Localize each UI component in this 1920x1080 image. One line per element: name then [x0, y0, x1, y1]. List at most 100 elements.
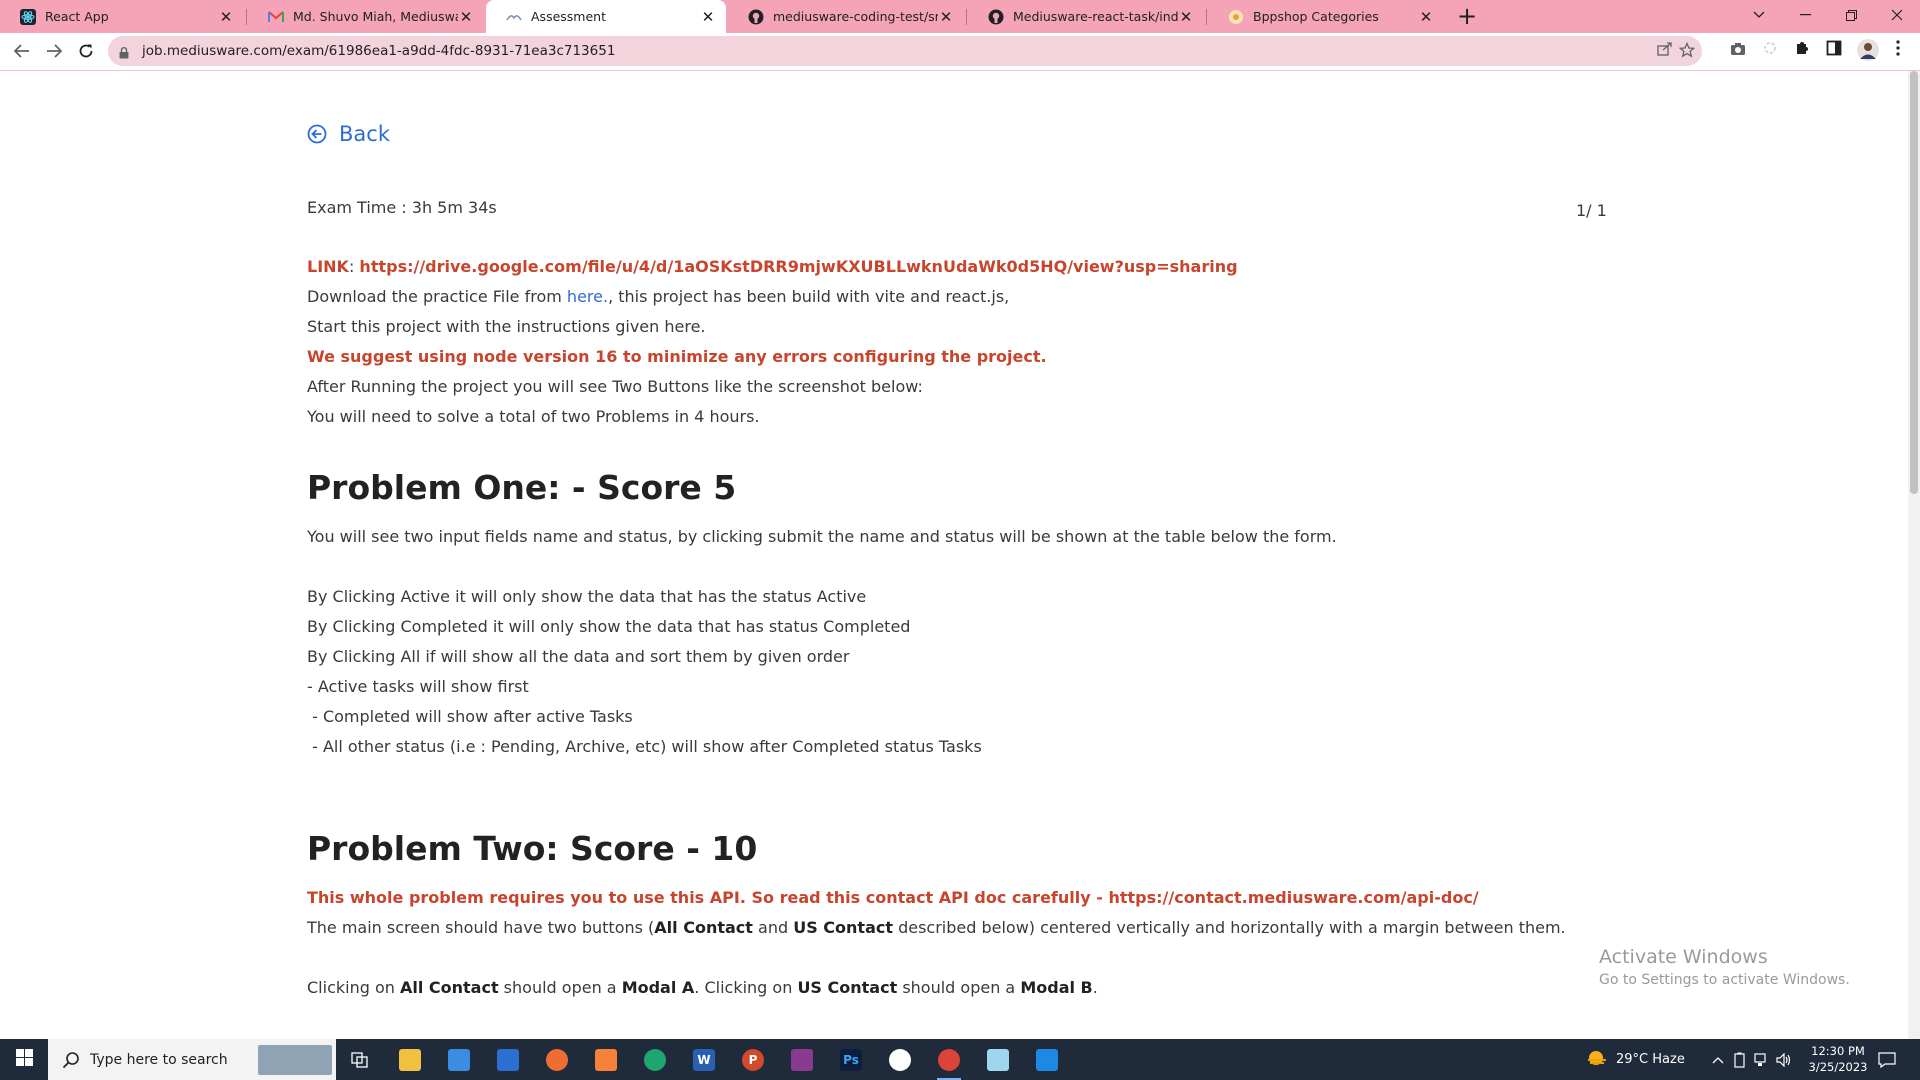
photoshop-icon[interactable]: Ps: [835, 1044, 867, 1076]
text-segment: Clicking on: [307, 978, 400, 997]
link-label: LINK: [307, 257, 349, 276]
reload-icon[interactable]: [72, 36, 100, 66]
activate-windows-subtitle: Go to Settings to activate Windows.: [1599, 972, 1850, 988]
volume-icon[interactable]: [1776, 1039, 1792, 1080]
back-arrow-icon[interactable]: [8, 36, 36, 66]
start-button[interactable]: [0, 1039, 48, 1080]
avatar[interactable]: [1856, 39, 1880, 63]
minimize-button[interactable]: [1782, 0, 1828, 30]
tab-label: Md. Shuvo Miah, Mediusware Job: [293, 9, 458, 24]
camera-icon[interactable]: [1726, 39, 1750, 63]
modal-b-label: Modal B: [1020, 978, 1093, 997]
node-version-warning: We suggest using node version 16 to mini…: [307, 347, 1047, 366]
text-segment: The main screen should have two buttons …: [307, 918, 655, 937]
problem-one-rule: - Completed will show after active Tasks: [307, 707, 633, 726]
modal-a-label: Modal A: [621, 978, 695, 997]
close-icon[interactable]: ✕: [458, 8, 474, 26]
download-here-link[interactable]: here.: [567, 287, 608, 306]
vscode-icon[interactable]: [1031, 1044, 1063, 1076]
restore-button[interactable]: [1828, 0, 1874, 30]
search-placeholder: Type here to search: [90, 1051, 228, 1068]
tab-gmail[interactable]: Md. Shuvo Miah, Mediusware Job ✕: [248, 0, 484, 33]
xampp-icon[interactable]: [590, 1044, 622, 1076]
system-clock[interactable]: 12:30 PM 3/25/2023: [1806, 1043, 1870, 1075]
close-icon[interactable]: ✕: [700, 8, 716, 26]
page-scrollbar[interactable]: [1908, 71, 1920, 1039]
tab-label: mediusware-coding-test/src at de: [773, 9, 938, 24]
tab-search-chevron-icon[interactable]: [1736, 0, 1782, 30]
window-close-button[interactable]: [1874, 0, 1920, 30]
after-running-text: After Running the project you will see T…: [307, 377, 923, 396]
weather-widget[interactable]: 29°C Haze: [1586, 1039, 1685, 1080]
scrollbar-thumb[interactable]: [1910, 71, 1918, 494]
clock-date: 3/25/2023: [1808, 1060, 1868, 1074]
text-segment: should open a: [498, 978, 622, 997]
problem-one-rule: By Clicking Completed it will only show …: [307, 617, 911, 636]
problem-one-intro: You will see two input fields name and s…: [307, 527, 1337, 546]
file-explorer-icon[interactable]: [394, 1044, 426, 1076]
notification-icon[interactable]: [1878, 1039, 1896, 1080]
gmail-icon: [268, 9, 284, 25]
page-content: Back Exam Time : 3h 5m 34s 1/ 1 LINK: ht…: [0, 71, 1908, 1039]
network-icon[interactable]: [1754, 1039, 1770, 1080]
text-segment: and: [752, 918, 794, 937]
page-counter: 1/ 1: [1576, 201, 1607, 220]
puzzle-icon[interactable]: [1790, 39, 1814, 63]
kebab-menu-icon[interactable]: [1886, 39, 1910, 63]
mail-icon[interactable]: [492, 1044, 524, 1076]
task-view-icon[interactable]: [344, 1044, 376, 1076]
browser-toolbar: job.mediusware.com/exam/61986ea1-a9dd-4f…: [0, 33, 1920, 71]
exam-timer: Exam Time : 3h 5m 34s: [307, 198, 497, 217]
extension-loader-icon[interactable]: [1758, 39, 1782, 63]
bookmark-star-icon[interactable]: [1678, 41, 1696, 60]
edge-icon[interactable]: [639, 1044, 671, 1076]
word-icon[interactable]: W: [688, 1044, 720, 1076]
all-contact-label: All Contact: [654, 918, 753, 937]
tab-react-app[interactable]: React App ✕: [0, 0, 244, 33]
powerpoint-icon[interactable]: P: [737, 1044, 769, 1076]
link-separator: :: [348, 257, 360, 276]
drive-link[interactable]: https://drive.google.com/file/u/4/d/1aOS…: [359, 257, 1237, 276]
api-doc-link[interactable]: This whole problem requires you to use t…: [307, 888, 1479, 907]
modal-instructions: Clicking on All Contact should open a Mo…: [307, 978, 1098, 997]
notepad-icon[interactable]: [982, 1044, 1014, 1076]
address-bar[interactable]: job.mediusware.com/exam/61986ea1-a9dd-4f…: [108, 36, 1702, 66]
tab-github-src[interactable]: mediusware-coding-test/src at de ✕: [728, 0, 964, 33]
url-text[interactable]: job.mediusware.com/exam/61986ea1-a9dd-4f…: [142, 43, 615, 59]
tab-label: Assessment: [531, 9, 606, 24]
tab-assessment[interactable]: Assessment ✕: [486, 0, 726, 33]
new-tab-button[interactable]: +: [1454, 3, 1480, 29]
close-icon[interactable]: ✕: [1418, 8, 1434, 26]
side-panel-icon[interactable]: [1822, 39, 1846, 63]
lock-icon[interactable]: [119, 44, 129, 59]
store-icon[interactable]: [443, 1044, 475, 1076]
text-segment: should open a: [897, 978, 1021, 997]
github-icon: [988, 9, 1004, 25]
text-segment: described below) centered vertically and…: [893, 918, 1566, 937]
github-icon: [748, 9, 764, 25]
tab-divider: [246, 9, 247, 25]
close-icon[interactable]: ✕: [1178, 8, 1194, 26]
mediusware-icon: [506, 9, 522, 25]
tab-github-index[interactable]: Mediusware-react-task/index.htm ✕: [968, 0, 1204, 33]
tab-label: Mediusware-react-task/index.htm: [1013, 9, 1178, 24]
back-link[interactable]: Back: [307, 122, 390, 146]
problem-one-rule: - Active tasks will show first: [307, 677, 529, 696]
us-contact-label: US Contact: [797, 978, 898, 997]
slack-icon[interactable]: [884, 1044, 916, 1076]
share-icon[interactable]: [1656, 42, 1674, 60]
close-icon[interactable]: ✕: [938, 8, 954, 26]
taskbar-search-box[interactable]: Type here to search: [48, 1039, 336, 1080]
postman-icon[interactable]: [541, 1044, 573, 1076]
problem-one-rule: By Clicking Active it will only show the…: [307, 587, 867, 606]
forward-arrow-icon[interactable]: [40, 36, 68, 66]
close-icon[interactable]: ✕: [218, 8, 234, 26]
clock-time: 12:30 PM: [1811, 1044, 1865, 1058]
winrar-icon[interactable]: [786, 1044, 818, 1076]
tab-bppshop[interactable]: Bppshop Categories ✕: [1208, 0, 1444, 33]
tray-chevron-icon[interactable]: [1712, 1039, 1724, 1080]
battery-icon[interactable]: [1734, 1039, 1746, 1080]
weather-sun-icon: [1586, 1049, 1608, 1071]
problem-one-rule: - All other status (i.e : Pending, Archi…: [307, 737, 982, 756]
chrome-icon[interactable]: [933, 1044, 965, 1080]
